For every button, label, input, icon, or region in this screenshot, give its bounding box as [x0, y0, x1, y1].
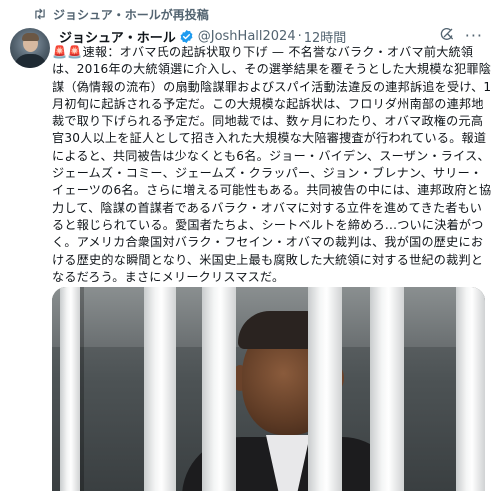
- post-time[interactable]: 12時間: [304, 27, 347, 46]
- jail-bar: [202, 287, 236, 491]
- jail-bar: [308, 287, 342, 491]
- grok-icon[interactable]: [439, 26, 455, 46]
- jail-bar: [370, 287, 404, 491]
- tweet-header: ジョシュア・ホール @JoshHall2024 · 12時間 ···: [59, 26, 483, 46]
- author-name[interactable]: ジョシュア・ホール: [59, 27, 176, 46]
- tweet-media-image[interactable]: [52, 287, 485, 491]
- jail-bar: [60, 287, 80, 491]
- jail-bar: [456, 287, 485, 491]
- siren-emoji: 🚨🚨: [52, 45, 83, 59]
- more-icon[interactable]: ···: [465, 28, 483, 44]
- tweet-text: 🚨🚨速報：オバマ氏の起訴状取り下げ — 不名誉なバラク・オバマ前大統領は、201…: [52, 44, 492, 286]
- separator-dot: ·: [297, 28, 302, 44]
- tweet-body: 速報：オバマ氏の起訴状取り下げ — 不名誉なバラク・オバマ前大統領は、2016年…: [52, 45, 492, 284]
- repost-indicator: ジョシュア・ホールが再投稿: [33, 4, 209, 24]
- author-avatar[interactable]: [10, 28, 50, 68]
- repost-label[interactable]: ジョシュア・ホールが再投稿: [53, 6, 209, 23]
- jail-bar: [144, 287, 176, 491]
- verified-badge-icon[interactable]: [179, 29, 194, 44]
- repost-icon: [33, 8, 47, 20]
- author-handle[interactable]: @JoshHall2024: [198, 29, 296, 44]
